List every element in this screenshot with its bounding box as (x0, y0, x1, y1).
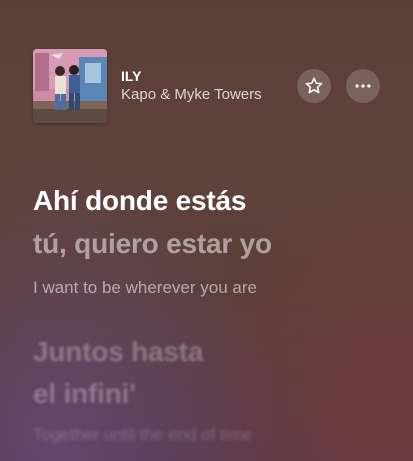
album-artwork[interactable] (33, 49, 107, 123)
track-info[interactable]: ILY Kapo & Myke Towers (121, 67, 262, 105)
lyric-translation-next: Together until the end of time (33, 425, 253, 444)
lyric-translation-current: I want to be wherever you are (33, 278, 257, 297)
star-icon (305, 77, 323, 94)
lyric-line-next[interactable]: Juntos hasta (33, 336, 204, 368)
favorite-button[interactable] (297, 69, 331, 103)
lyric-line-current-continued[interactable]: tú, quiero estar yo (33, 228, 272, 260)
now-playing-header: ILY Kapo & Myke Towers (33, 49, 383, 123)
lyrics-screen: ILY Kapo & Myke Towers Ahí donde estás t… (0, 0, 413, 461)
track-title: ILY (121, 68, 142, 84)
lyric-line-next-continued[interactable]: el infini' (33, 378, 136, 410)
more-options-button[interactable] (346, 69, 380, 103)
track-artist: Kapo & Myke Towers (121, 86, 262, 103)
album-artwork-image (33, 49, 107, 123)
ellipsis-icon (355, 84, 371, 88)
lyric-line-current[interactable]: Ahí donde estás (33, 185, 246, 217)
